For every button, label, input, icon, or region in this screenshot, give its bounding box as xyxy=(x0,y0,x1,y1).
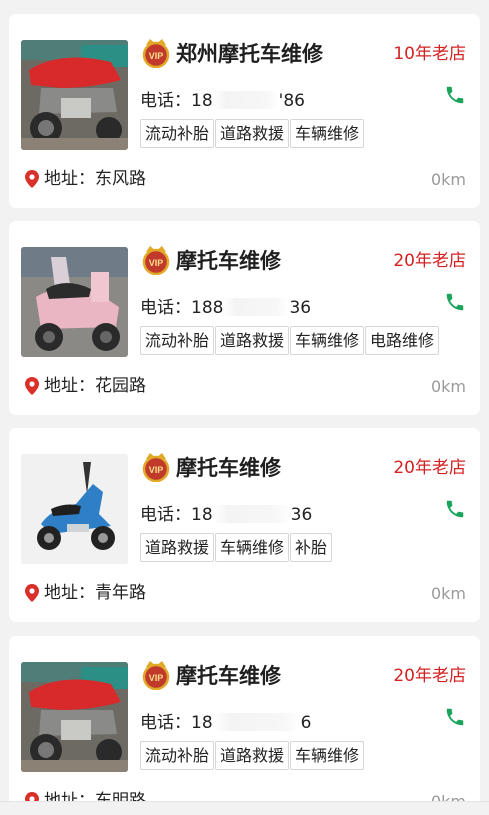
shop-card[interactable]: VIP 郑州摩托车维修 10年老店 电话：18 '86 流动补胎 道路救援 车辆维… xyxy=(9,14,480,208)
distance-label: 0km xyxy=(430,584,466,603)
shop-name[interactable]: 摩托车维修 xyxy=(176,661,281,691)
shop-card[interactable]: VIP 摩托车维修 20年老店 电话：188 36 流动补胎 道路救援 车辆维修 … xyxy=(9,221,480,415)
shop-age-label: 10年老店 xyxy=(393,44,466,64)
service-tags: 流动补胎 道路救援 车辆维修 xyxy=(140,119,365,148)
phone-suffix: 36 xyxy=(289,298,312,318)
address-text: 地址：青年路 xyxy=(44,583,146,603)
shop-address: 地址：东风路 xyxy=(23,167,146,191)
service-tag: 流动补胎 xyxy=(140,119,215,148)
location-pin-icon xyxy=(23,169,41,189)
service-tag: 车辆维修 xyxy=(290,326,365,355)
phone-suffix: 36 xyxy=(290,505,313,525)
red-motorcycle-image xyxy=(21,662,128,772)
phone-prefix-extra: 8 xyxy=(212,298,224,318)
vip-badge-text: VIP xyxy=(149,465,164,475)
service-tags: 流动补胎 道路救援 车辆维修 xyxy=(140,741,365,770)
service-tag: 流动补胎 xyxy=(140,326,215,355)
service-tag: 补胎 xyxy=(290,533,333,562)
shop-address: 地址：花园路 xyxy=(23,374,146,398)
shop-card[interactable]: VIP 摩托车维修 20年老店 电话：18 36 道路救援 车辆维修 补胎 地址：… xyxy=(9,428,480,622)
service-tag: 道路救援 xyxy=(215,326,290,355)
service-tag: 车辆维修 xyxy=(290,119,365,148)
service-tag: 道路救援 xyxy=(140,533,215,562)
vip-badge-icon: VIP xyxy=(140,243,172,275)
phone-call-icon[interactable] xyxy=(444,84,466,106)
phone-mask xyxy=(212,505,291,523)
phone-number: 电话：18 '86 xyxy=(140,89,305,113)
shop-name[interactable]: 摩托车维修 xyxy=(176,246,281,276)
phone-mask xyxy=(212,91,279,109)
distance-label: 0km xyxy=(430,170,466,189)
shop-age-label: 20年老店 xyxy=(393,458,466,478)
shop-card[interactable]: VIP 摩托车维修 20年老店 电话：186 流动补胎 道路救援 车辆维修 地址… xyxy=(9,636,480,815)
vip-badge-text: VIP xyxy=(149,51,164,61)
shop-photo[interactable] xyxy=(21,454,128,564)
location-pin-icon xyxy=(23,376,41,396)
service-tag: 车辆维修 xyxy=(290,741,365,770)
service-tag: 车辆维修 xyxy=(215,533,290,562)
shop-photo[interactable] xyxy=(21,247,128,357)
vip-badge-icon: VIP xyxy=(140,450,172,482)
phone-prefix: 电话：18 xyxy=(140,298,213,318)
pink-scooter-image xyxy=(21,247,128,357)
phone-suffix: '86 xyxy=(278,91,305,111)
shop-age-label: 20年老店 xyxy=(393,251,466,271)
location-pin-icon xyxy=(23,583,41,603)
bottom-edge xyxy=(0,801,489,815)
phone-prefix: 电话：18 xyxy=(140,91,213,111)
phone-call-icon[interactable] xyxy=(444,706,466,728)
vip-badge-text: VIP xyxy=(149,258,164,268)
vip-badge-text: VIP xyxy=(149,673,164,683)
phone-number: 电话：18 6 xyxy=(140,711,311,735)
service-tag: 电路维修 xyxy=(365,326,440,355)
address-text: 地址：花园路 xyxy=(44,376,146,396)
phone-call-icon[interactable] xyxy=(444,291,466,313)
shop-name[interactable]: 郑州摩托车维修 xyxy=(176,39,323,69)
shop-address: 地址：青年路 xyxy=(23,581,146,605)
shop-photo[interactable] xyxy=(21,662,128,772)
service-tag: 道路救援 xyxy=(215,119,290,148)
red-motorcycle-image xyxy=(21,40,128,150)
vip-badge-icon: VIP xyxy=(140,36,172,68)
shop-photo[interactable] xyxy=(21,40,128,150)
address-text: 地址：东风路 xyxy=(44,169,146,189)
phone-call-icon[interactable] xyxy=(444,498,466,520)
shop-name[interactable]: 摩托车维修 xyxy=(176,453,281,483)
phone-number: 电话：18 36 xyxy=(140,503,312,527)
distance-label: 0km xyxy=(430,377,466,396)
blue-scooter-image xyxy=(21,454,128,564)
shop-age-label: 20年老店 xyxy=(393,666,466,686)
phone-prefix: 电话：18 xyxy=(140,713,213,733)
service-tag: 流动补胎 xyxy=(140,741,215,770)
vip-badge-icon: VIP xyxy=(140,658,172,690)
phone-suffix: 6 xyxy=(300,713,312,733)
phone-mask xyxy=(212,713,301,731)
phone-number: 电话：188 36 xyxy=(140,296,311,320)
phone-mask xyxy=(223,298,290,316)
service-tags: 道路救援 车辆维修 补胎 xyxy=(140,533,333,562)
phone-prefix: 电话：18 xyxy=(140,505,213,525)
service-tags: 流动补胎 道路救援 车辆维修 电路维修 xyxy=(140,326,440,355)
service-tag: 道路救援 xyxy=(215,741,290,770)
